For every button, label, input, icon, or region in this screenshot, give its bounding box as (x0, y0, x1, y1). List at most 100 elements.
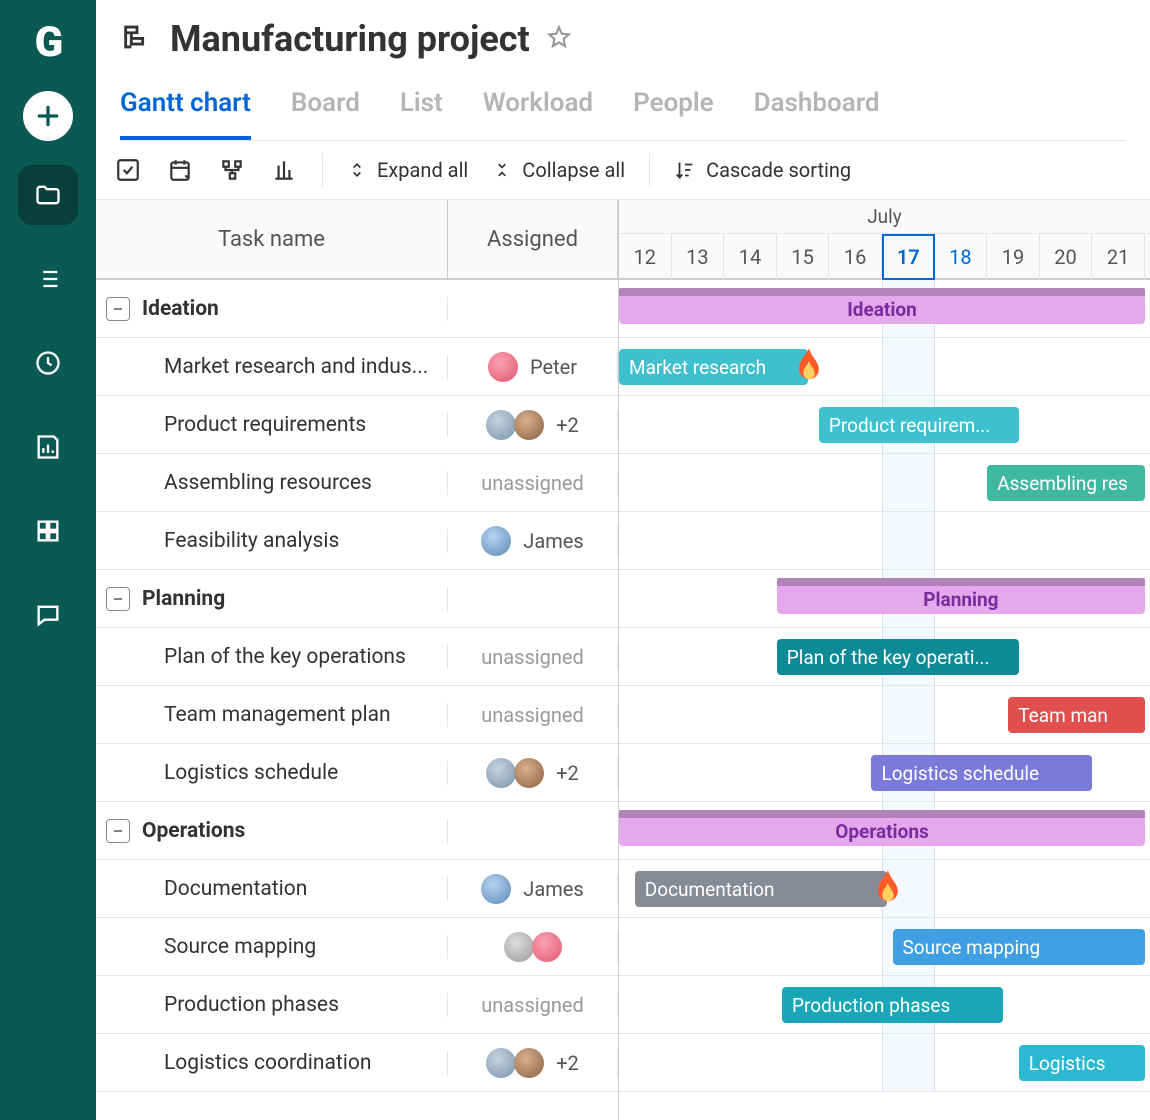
folder-icon (34, 181, 62, 209)
task-name: Production phases (106, 993, 339, 1017)
list-icon (34, 265, 62, 293)
task-name: Documentation (106, 877, 307, 901)
task-name: Team management plan (106, 703, 391, 727)
expand-all-button[interactable]: Expand all (347, 158, 468, 182)
task-row[interactable]: Team management plan (96, 703, 448, 727)
column-task-name[interactable]: Task name (96, 200, 448, 278)
task-row[interactable]: Feasibility analysis (96, 529, 448, 553)
avatar (514, 1048, 544, 1078)
avatar (481, 526, 511, 556)
timeline-day[interactable]: 13 (672, 234, 725, 280)
report-icon (34, 433, 62, 461)
tab-people[interactable]: People (633, 88, 714, 140)
gantt-task-bar[interactable]: Assembling res (987, 465, 1145, 501)
assigned-cell[interactable]: unassigned (448, 645, 618, 669)
assigned-cell[interactable] (448, 932, 618, 962)
assigned-cell[interactable]: James (448, 874, 618, 904)
gantt-group-bar[interactable]: Planning (777, 584, 1145, 614)
task-name: Assembling resources (106, 471, 372, 495)
gantt-task-bar[interactable]: Product requirem... (819, 407, 1019, 443)
timeline-day[interactable]: 19 (987, 234, 1040, 280)
collapse-all-button[interactable]: Collapse all (492, 158, 625, 182)
cascade-sort-button[interactable]: Cascade sorting (674, 158, 851, 182)
avatar (514, 758, 544, 788)
timeline-day[interactable]: 12 (619, 234, 672, 280)
assigned-cell[interactable]: unassigned (448, 471, 618, 495)
gantt-group-bar[interactable]: Ideation (619, 294, 1145, 324)
task-row[interactable]: Documentation (96, 877, 448, 901)
view-tabs: Gantt chart Board List Workload People Dashbo… (120, 88, 1126, 141)
assigned-cell[interactable]: Peter (448, 352, 618, 382)
gantt-group-bar[interactable]: Operations (619, 816, 1145, 846)
timeline-day[interactable]: 21 (1092, 234, 1145, 280)
avatar (514, 410, 544, 440)
page-title: Manufacturing project (170, 18, 530, 60)
gantt-task-bar[interactable]: Logistics (1019, 1045, 1145, 1081)
task-name: Feasibility analysis (106, 529, 339, 553)
collapse-group-button[interactable] (106, 587, 130, 611)
timeline-day[interactable]: 15 (777, 234, 830, 280)
task-name: Market research and indus... (106, 355, 428, 379)
avatar (488, 352, 518, 382)
gantt-task-bar[interactable]: Source mapping (893, 929, 1145, 965)
gantt-task-bar[interactable]: Team man (1008, 697, 1145, 733)
task-row[interactable]: Market research and indus... (96, 355, 448, 379)
assigned-cell[interactable]: James (448, 526, 618, 556)
avatar (486, 758, 516, 788)
timeline-day[interactable]: 17 (882, 234, 935, 280)
priority-flame-icon (871, 869, 905, 911)
avatar (532, 932, 562, 962)
tab-dashboard[interactable]: Dashboard (754, 88, 880, 140)
nav-apps[interactable] (18, 501, 78, 561)
nav-tasks[interactable] (18, 249, 78, 309)
gantt-task-bar[interactable]: Market research (619, 349, 808, 385)
assigned-cell[interactable]: +2 (448, 410, 618, 440)
gantt-task-bar[interactable]: Plan of the key operati... (777, 639, 1019, 675)
favorite-button[interactable] (546, 24, 572, 54)
app-logo: G (35, 18, 62, 67)
add-button[interactable] (23, 91, 73, 141)
clock-icon (34, 349, 62, 377)
project-type-icon (120, 20, 154, 58)
toolbar-calendar[interactable] (166, 156, 194, 184)
gantt-task-bar[interactable]: Logistics schedule (871, 755, 1092, 791)
collapse-group-button[interactable] (106, 297, 130, 321)
collapse-group-button[interactable] (106, 819, 130, 843)
toolbar-baseline[interactable] (270, 156, 298, 184)
task-row[interactable]: Logistics schedule (96, 761, 448, 785)
chat-icon (34, 601, 62, 629)
task-row[interactable]: Source mapping (96, 935, 448, 959)
toolbar-wbs[interactable] (218, 156, 246, 184)
task-row[interactable]: Plan of the key operations (96, 645, 448, 669)
task-row[interactable]: Production phases (96, 993, 448, 1017)
assigned-cell[interactable]: +2 (448, 758, 618, 788)
star-icon (546, 24, 572, 50)
timeline-day[interactable]: 14 (724, 234, 777, 280)
grid-icon (34, 517, 62, 545)
group-row[interactable]: Ideation (96, 297, 448, 321)
group-row[interactable]: Planning (96, 587, 448, 611)
toolbar-check[interactable] (114, 156, 142, 184)
tab-gantt-chart[interactable]: Gantt chart (120, 88, 251, 140)
task-row[interactable]: Logistics coordination (96, 1051, 448, 1075)
column-assigned[interactable]: Assigned (448, 200, 618, 278)
nav-projects[interactable] (18, 165, 78, 225)
timeline-day[interactable]: 20 (1040, 234, 1093, 280)
timeline-day[interactable]: 18 (935, 234, 988, 280)
task-row[interactable]: Assembling resources (96, 471, 448, 495)
nav-recent[interactable] (18, 333, 78, 393)
tab-workload[interactable]: Workload (483, 88, 593, 140)
timeline-day[interactable]: 16 (829, 234, 882, 280)
task-row[interactable]: Product requirements (96, 413, 448, 437)
gantt-task-bar[interactable]: Documentation (635, 871, 887, 907)
assigned-cell[interactable]: unassigned (448, 703, 618, 727)
assigned-cell[interactable]: +2 (448, 1048, 618, 1078)
gantt-task-bar[interactable]: Production phases (782, 987, 1003, 1023)
tab-list[interactable]: List (400, 88, 443, 140)
group-row[interactable]: Operations (96, 819, 448, 843)
nav-reports[interactable] (18, 417, 78, 477)
assigned-cell[interactable]: unassigned (448, 993, 618, 1017)
tab-board[interactable]: Board (291, 88, 360, 140)
timeline-month: July (619, 200, 1150, 234)
nav-chat[interactable] (18, 585, 78, 645)
